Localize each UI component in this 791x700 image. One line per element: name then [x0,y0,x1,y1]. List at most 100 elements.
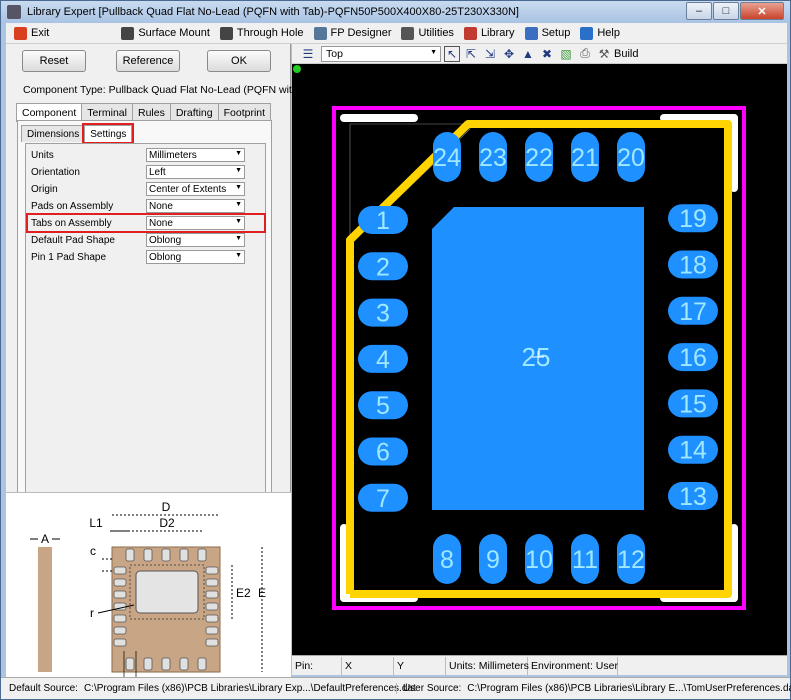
diagram-pad [197,548,207,562]
status-pin: Pin: [292,656,342,675]
surface-mount-icon [121,26,135,40]
setting-row-units: Units Millimeters [28,147,264,163]
pad-label-9: 9 [486,546,500,574]
diagram-pad [113,614,127,623]
dim-label-r: r [90,606,94,620]
setting-label: Origin [31,183,58,195]
tab-rules[interactable]: Rules [131,103,171,121]
layer-stack-icon[interactable]: ▧ [558,46,574,62]
tab-drafting[interactable]: Drafting [169,103,219,121]
reference-button[interactable]: Reference [116,50,180,72]
setting-dropdown[interactable]: Millimeters [146,148,245,162]
utilities-icon [401,26,415,40]
menu-fp-designer[interactable]: FP Designer [313,26,391,40]
layers-icon[interactable]: ☰ [300,46,316,62]
diagram-pad [113,590,127,599]
build-button[interactable]: Build [614,48,638,60]
route-icon[interactable]: ▲ [520,46,536,62]
diagram-pad [143,657,153,671]
setting-label: Orientation [31,166,80,178]
setting-dropdown[interactable]: Oblong [146,233,245,247]
user-source-label: User Source: [395,683,461,694]
title-bar: Library Expert [Pullback Quad Flat No-Le… [1,1,790,23]
pad-label-5: 5 [376,392,390,420]
menu-label: Library [480,27,515,39]
measure-icon[interactable]: ✖ [539,46,555,62]
pad-label-13: 13 [679,483,707,511]
pan-icon[interactable]: ✥ [501,46,517,62]
diagram-pad [161,548,171,562]
app-window: Library Expert [Pullback Quad Flat No-Le… [0,0,791,700]
pad-label-3: 3 [376,300,390,328]
default-source-label: Default Source: [9,683,78,694]
print-icon[interactable]: ⎙ [577,46,593,62]
pad-label-22: 22 [525,144,553,172]
pad-label-19: 19 [679,205,707,233]
footprint-canvas[interactable]: 1 2 3 4 5 6 7 13 14 15 16 17 18 19 8 9 10 11 12 20 21 22 23 24 … [292,64,787,655]
menu-label: Surface Mount [138,27,210,39]
menu-library[interactable]: Library [463,26,515,40]
pad-label-11: 11 [572,546,598,574]
menu-surface-mount[interactable]: Surface Mount [121,26,210,40]
subtab-dimensions[interactable]: Dimensions [21,125,86,142]
ok-button[interactable]: OK [207,50,271,72]
tab-footprint[interactable]: Footprint [217,103,272,121]
diagram-pad [113,578,127,587]
diagram-pad [113,626,127,635]
setting-dropdown[interactable]: None [146,199,245,213]
pad-label-17: 17 [679,298,707,326]
diagram-pad [113,638,127,647]
diagram-pad [161,657,171,671]
menu-exit[interactable]: Exit [14,26,49,40]
setting-row-orientation: Orientation Left [28,164,264,180]
package-diagram: A D D2 L1 c r E2 E [6,492,291,700]
zoom-extents-icon[interactable]: ⇱ [463,46,479,62]
diagram-pad [125,548,135,562]
setting-label: Default Pad Shape [31,234,115,246]
diagram-pad [205,578,219,587]
layer-dropdown[interactable]: Top [321,45,441,62]
menu-setup[interactable]: Setup [524,26,571,40]
diagram-pad [205,566,219,575]
diagram-pad [205,626,219,635]
setting-dropdown[interactable]: Center of Extents [146,182,245,196]
dim-label-a: A [41,532,49,546]
user-source-path: C:\Program Files (x86)\PCB Libraries\Lib… [467,683,791,694]
status-bar: Default Source: C:\Program Files (x86)\P… [1,677,791,699]
tab-terminal[interactable]: Terminal [81,103,133,121]
pad-label-20: 20 [617,144,645,172]
setting-dropdown[interactable]: Left [146,165,245,179]
fp-designer-icon [313,26,327,40]
setting-row-default-pad-shape: Default Pad Shape Oblong [28,232,264,248]
menu-help[interactable]: Help [580,26,620,40]
dim-label-c: c [90,544,96,558]
pad-label-7: 7 [376,485,390,513]
setting-row-origin: Origin Center of Extents [28,181,264,197]
help-icon [580,26,594,40]
diagram-pad [179,548,189,562]
design-toolbar: ☰ Top ↖ ⇱ ⇲ ✥ ▲ ✖ ▧ ⎙ ⚒ Build [292,44,787,64]
setting-dropdown[interactable]: Oblong [146,250,245,264]
zoom-window-icon[interactable]: ⇲ [482,46,498,62]
diagram-pad [113,566,127,575]
diagram-pad [179,657,189,671]
maximize-button[interactable]: □ [713,2,739,20]
side-view-body [38,547,52,672]
menu-utilities[interactable]: Utilities [401,26,454,40]
subtab-settings[interactable]: Settings [82,123,135,144]
menu-through-hole[interactable]: Through Hole [219,26,304,40]
pad-label-2: 2 [376,253,390,281]
build-icon[interactable]: ⚒ [596,46,612,62]
component-tab-panel: DimensionsSettings Units Millimeters Orien… [17,120,272,530]
reset-button[interactable]: Reset [22,50,86,72]
close-button[interactable]: ✕ [740,2,784,20]
pad-label-12: 12 [617,546,645,574]
status-units: Units: Millimeters [446,656,529,675]
dim-label-d2: D2 [159,516,175,530]
dim-label-l1: L1 [89,516,103,530]
select-arrow-icon[interactable]: ↖ [444,45,460,62]
minimize-button[interactable]: – [686,2,712,20]
menu-label: Setup [541,27,571,39]
setting-dropdown[interactable]: None [146,216,245,230]
menu-label: Through Hole [236,27,304,39]
